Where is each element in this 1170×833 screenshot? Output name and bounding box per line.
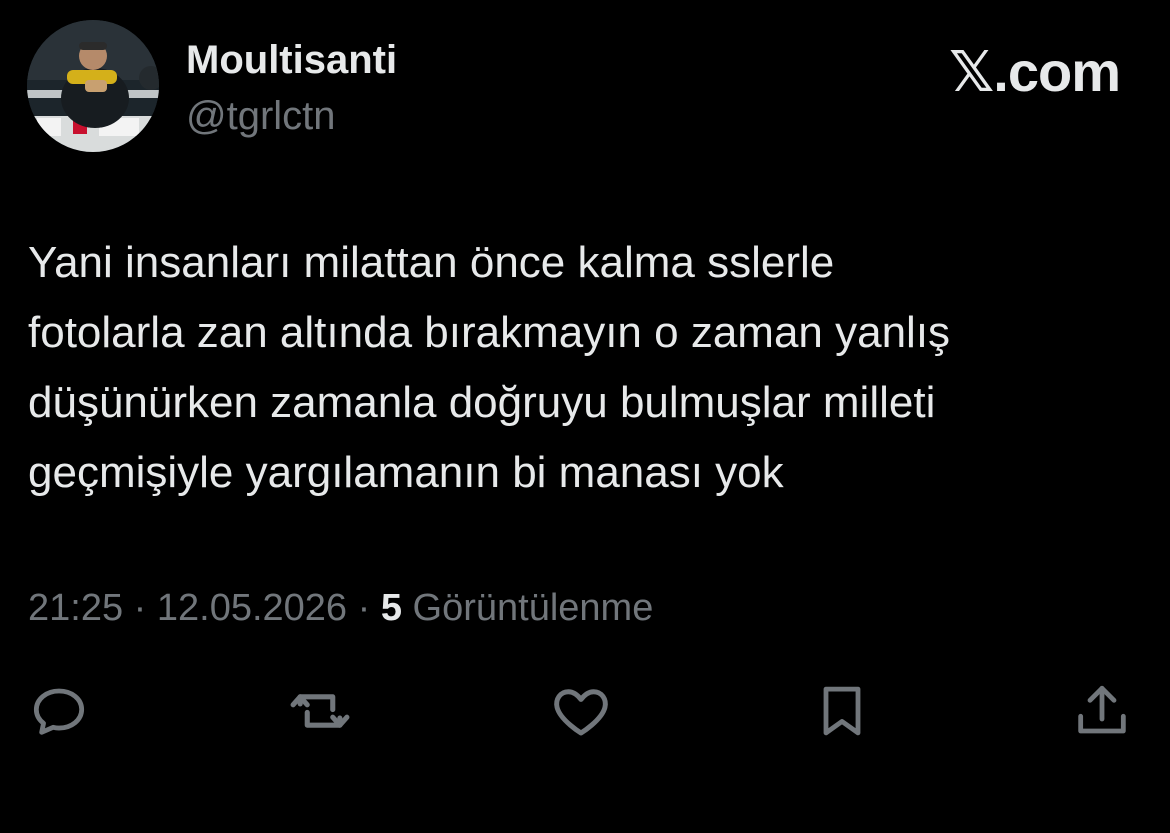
tweet-meta: 21:25 · 12.05.2026 · 5 Görüntülenme (28, 583, 653, 633)
tweet-text: Yani insanları milattan önce kalma ssler… (28, 238, 951, 497)
author-display-name[interactable]: Moultisanti (186, 36, 397, 84)
views-count: 5 (380, 587, 402, 629)
reply-button[interactable] (24, 676, 94, 746)
meta-separator: · (133, 587, 147, 629)
share-icon (1078, 685, 1126, 734)
action-bar (0, 676, 1170, 746)
author-handle[interactable]: @tgrlctn (186, 92, 336, 140)
retweet-button[interactable] (285, 676, 355, 746)
bookmark-button[interactable] (807, 676, 877, 746)
views-label: Görüntülenme (412, 587, 654, 629)
like-button[interactable] (546, 676, 616, 746)
meta-separator: · (357, 587, 371, 629)
bookmark-icon (823, 686, 861, 736)
share-button[interactable] (1067, 676, 1137, 746)
avatar-image (27, 20, 159, 152)
x-logo: 𝕏.com (949, 40, 1121, 103)
tweet-date[interactable]: 12.05.2026 (157, 587, 347, 629)
reply-icon (33, 688, 85, 735)
avatar[interactable] (27, 20, 159, 152)
like-icon (554, 689, 608, 736)
retweet-icon (290, 694, 350, 728)
tweet-time[interactable]: 21:25 (28, 587, 123, 629)
